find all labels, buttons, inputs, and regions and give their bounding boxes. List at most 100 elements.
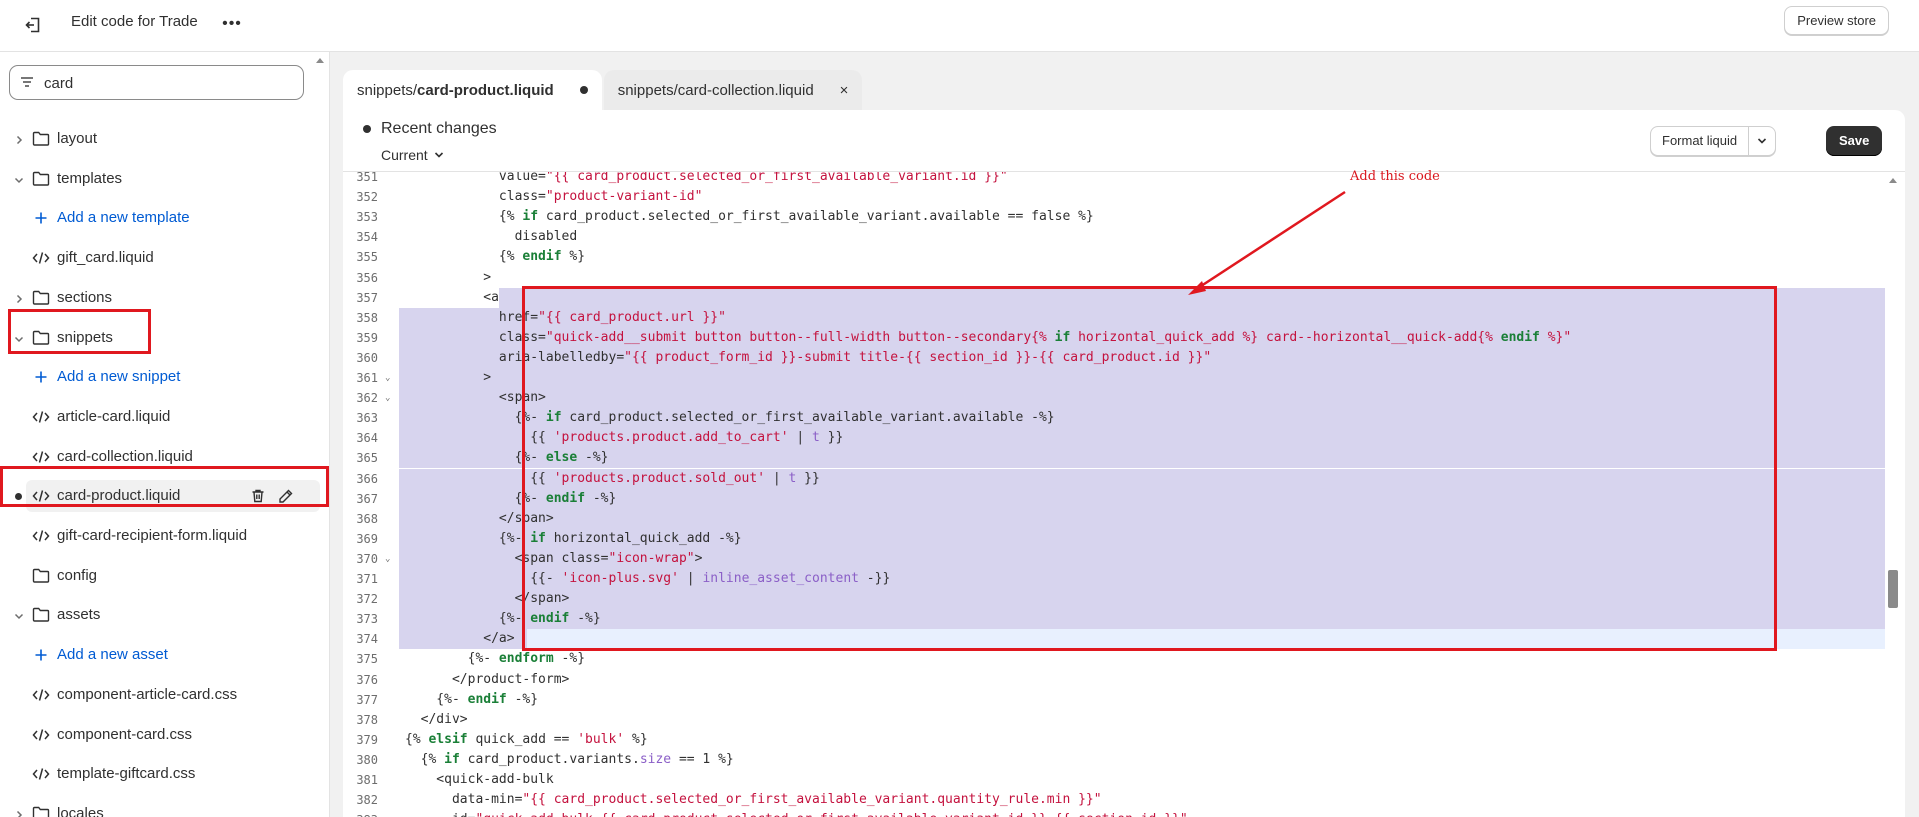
- line-number: 360: [356, 350, 378, 365]
- code-line: class="quick-add__submit button button--…: [405, 329, 1572, 345]
- code-line: {{- 'icon-plus.svg' | inline_asset_conte…: [405, 571, 891, 586]
- code-line: <span>: [405, 390, 546, 406]
- code-line: {%- endif -%}: [405, 490, 617, 506]
- editor-panel: Recent changes Current Format liquid Sav…: [343, 110, 1905, 817]
- file-sidebar: layout templates Add a new template gift_ca…: [0, 52, 330, 817]
- folder-label: config: [57, 566, 98, 584]
- file-template-giftcard-css[interactable]: template-giftcard.css: [0, 758, 329, 790]
- folder-layout[interactable]: layout: [0, 123, 329, 155]
- folder-label: snippets: [57, 328, 113, 346]
- filter-icon: [21, 77, 33, 87]
- selection-highlight: [399, 609, 1885, 630]
- code-line: >: [405, 370, 492, 385]
- format-options-toggle[interactable]: [1749, 127, 1775, 155]
- more-actions-button[interactable]: •••: [218, 10, 246, 38]
- page-title: Edit code for Trade: [71, 13, 198, 30]
- chevron-right-icon[interactable]: [13, 292, 25, 304]
- tab-card-collection-liquid[interactable]: snippets/card-collection.liquid ×: [603, 70, 863, 110]
- scroll-up-icon[interactable]: [1888, 176, 1898, 184]
- code-line: class="product-variant-id": [405, 189, 703, 205]
- folder-templates[interactable]: templates: [0, 163, 329, 195]
- code-line: href="{{ card_product.url }}": [405, 309, 726, 325]
- code-file-icon: [32, 529, 50, 545]
- file-label: gift_card.liquid: [57, 249, 154, 267]
- line-number: 359: [356, 330, 378, 345]
- code-line: value="{{ card_product.selected_or_first…: [405, 172, 1008, 184]
- format-liquid-button[interactable]: Format liquid: [1650, 126, 1777, 156]
- folder-snippets[interactable]: snippets: [0, 322, 329, 354]
- chevron-down-icon[interactable]: [13, 609, 25, 621]
- code-line: <span class="icon-wrap">: [405, 550, 703, 566]
- fold-chevron-icon[interactable]: ⌄: [385, 368, 393, 388]
- editor-scrollbar[interactable]: [1886, 172, 1900, 817]
- line-number: 380: [356, 752, 378, 767]
- line-number: 363: [356, 411, 378, 426]
- add-link-add-a-new-snippet[interactable]: Add a new snippet: [0, 361, 329, 393]
- save-button[interactable]: Save: [1826, 126, 1883, 156]
- folder-icon: [32, 131, 50, 147]
- file-card-collection-liquid[interactable]: card-collection.liquid: [0, 441, 329, 473]
- code-editor: snippets/card-product.liquid snippets/car…: [343, 70, 1919, 817]
- scrollbar-thumb[interactable]: [1888, 570, 1898, 608]
- file-actions: [250, 488, 294, 504]
- chevron-down-icon[interactable]: [13, 173, 25, 185]
- selection-highlight: [399, 388, 1885, 409]
- fold-chevron-icon[interactable]: ⌄: [385, 388, 393, 408]
- line-number: 379: [356, 732, 378, 747]
- code-line: {%- endif -%}: [405, 611, 601, 627]
- add-link-label: Add a new template: [57, 209, 190, 227]
- line-number: 368: [356, 511, 378, 526]
- edit-icon[interactable]: [278, 488, 294, 504]
- folder-assets[interactable]: assets: [0, 599, 329, 631]
- close-icon[interactable]: ×: [840, 82, 849, 99]
- add-link-label: Add a new asset: [57, 646, 168, 664]
- file-gift-card-recipient-form-liquid[interactable]: gift-card-recipient-form.liquid: [0, 520, 329, 552]
- line-number: 374: [356, 632, 378, 647]
- selection-highlight: [399, 368, 1885, 388]
- code-line: data-min="{{ card_product.selected_or_fi…: [405, 792, 1102, 808]
- chevron-right-icon[interactable]: [13, 808, 25, 817]
- file-card-product-liquid[interactable]: card-product.liquid: [0, 480, 329, 513]
- code-file-icon: [32, 767, 50, 783]
- tab-card-product-liquid[interactable]: snippets/card-product.liquid: [343, 70, 602, 110]
- line-number: 367: [356, 491, 378, 506]
- line-number: 369: [356, 531, 378, 546]
- folder-label: templates: [57, 169, 123, 187]
- file-component-card-css[interactable]: component-card.css: [0, 719, 329, 751]
- code-line: id="quick-add-bulk-{{ card_product.selec…: [405, 810, 1188, 817]
- exit-button[interactable]: [18, 10, 48, 40]
- add-link-add-a-new-asset[interactable]: Add a new asset: [0, 639, 329, 671]
- search-input[interactable]: [44, 72, 294, 94]
- line-number: 356: [356, 270, 378, 285]
- scroll-up-icon[interactable]: [315, 56, 325, 64]
- preview-store-button[interactable]: Preview store: [1784, 6, 1889, 35]
- line-number: 354: [356, 230, 378, 245]
- file-component-article-card-css[interactable]: component-article-card.css: [0, 679, 329, 711]
- delete-icon[interactable]: [250, 488, 266, 504]
- file-article-card-liquid[interactable]: article-card.liquid: [0, 401, 329, 433]
- line-number: 361: [356, 371, 378, 385]
- folder-icon: [32, 330, 50, 346]
- fold-chevron-icon[interactable]: ⌄: [385, 549, 393, 569]
- line-number: 381: [356, 773, 378, 787]
- code-area[interactable]: 351 value="{{ card_product.selected_or_f…: [343, 172, 1905, 817]
- chevron-down-icon[interactable]: [13, 332, 25, 344]
- folder-locales[interactable]: locales: [0, 798, 329, 817]
- code-line: </span>: [405, 510, 554, 526]
- add-link-add-a-new-template[interactable]: Add a new template: [0, 202, 329, 234]
- folder-label: layout: [57, 130, 98, 147]
- chevron-down-icon: [434, 152, 443, 158]
- code-line: <quick-add-bulk: [405, 772, 554, 787]
- file-search-box[interactable]: [9, 65, 304, 100]
- line-number: 355: [356, 250, 378, 265]
- code-line: {% endif %}: [405, 249, 586, 265]
- folder-sections[interactable]: sections: [0, 282, 329, 314]
- folder-icon: [32, 290, 50, 306]
- file-gift-card-liquid[interactable]: gift_card.liquid: [0, 242, 329, 274]
- code-file-icon: [32, 489, 50, 505]
- folder-config[interactable]: config: [0, 560, 329, 592]
- chevron-right-icon[interactable]: [13, 133, 25, 145]
- version-select[interactable]: Current: [381, 147, 444, 163]
- line-number: 375: [356, 652, 378, 667]
- file-label: gift-card-recipient-form.liquid: [57, 527, 248, 544]
